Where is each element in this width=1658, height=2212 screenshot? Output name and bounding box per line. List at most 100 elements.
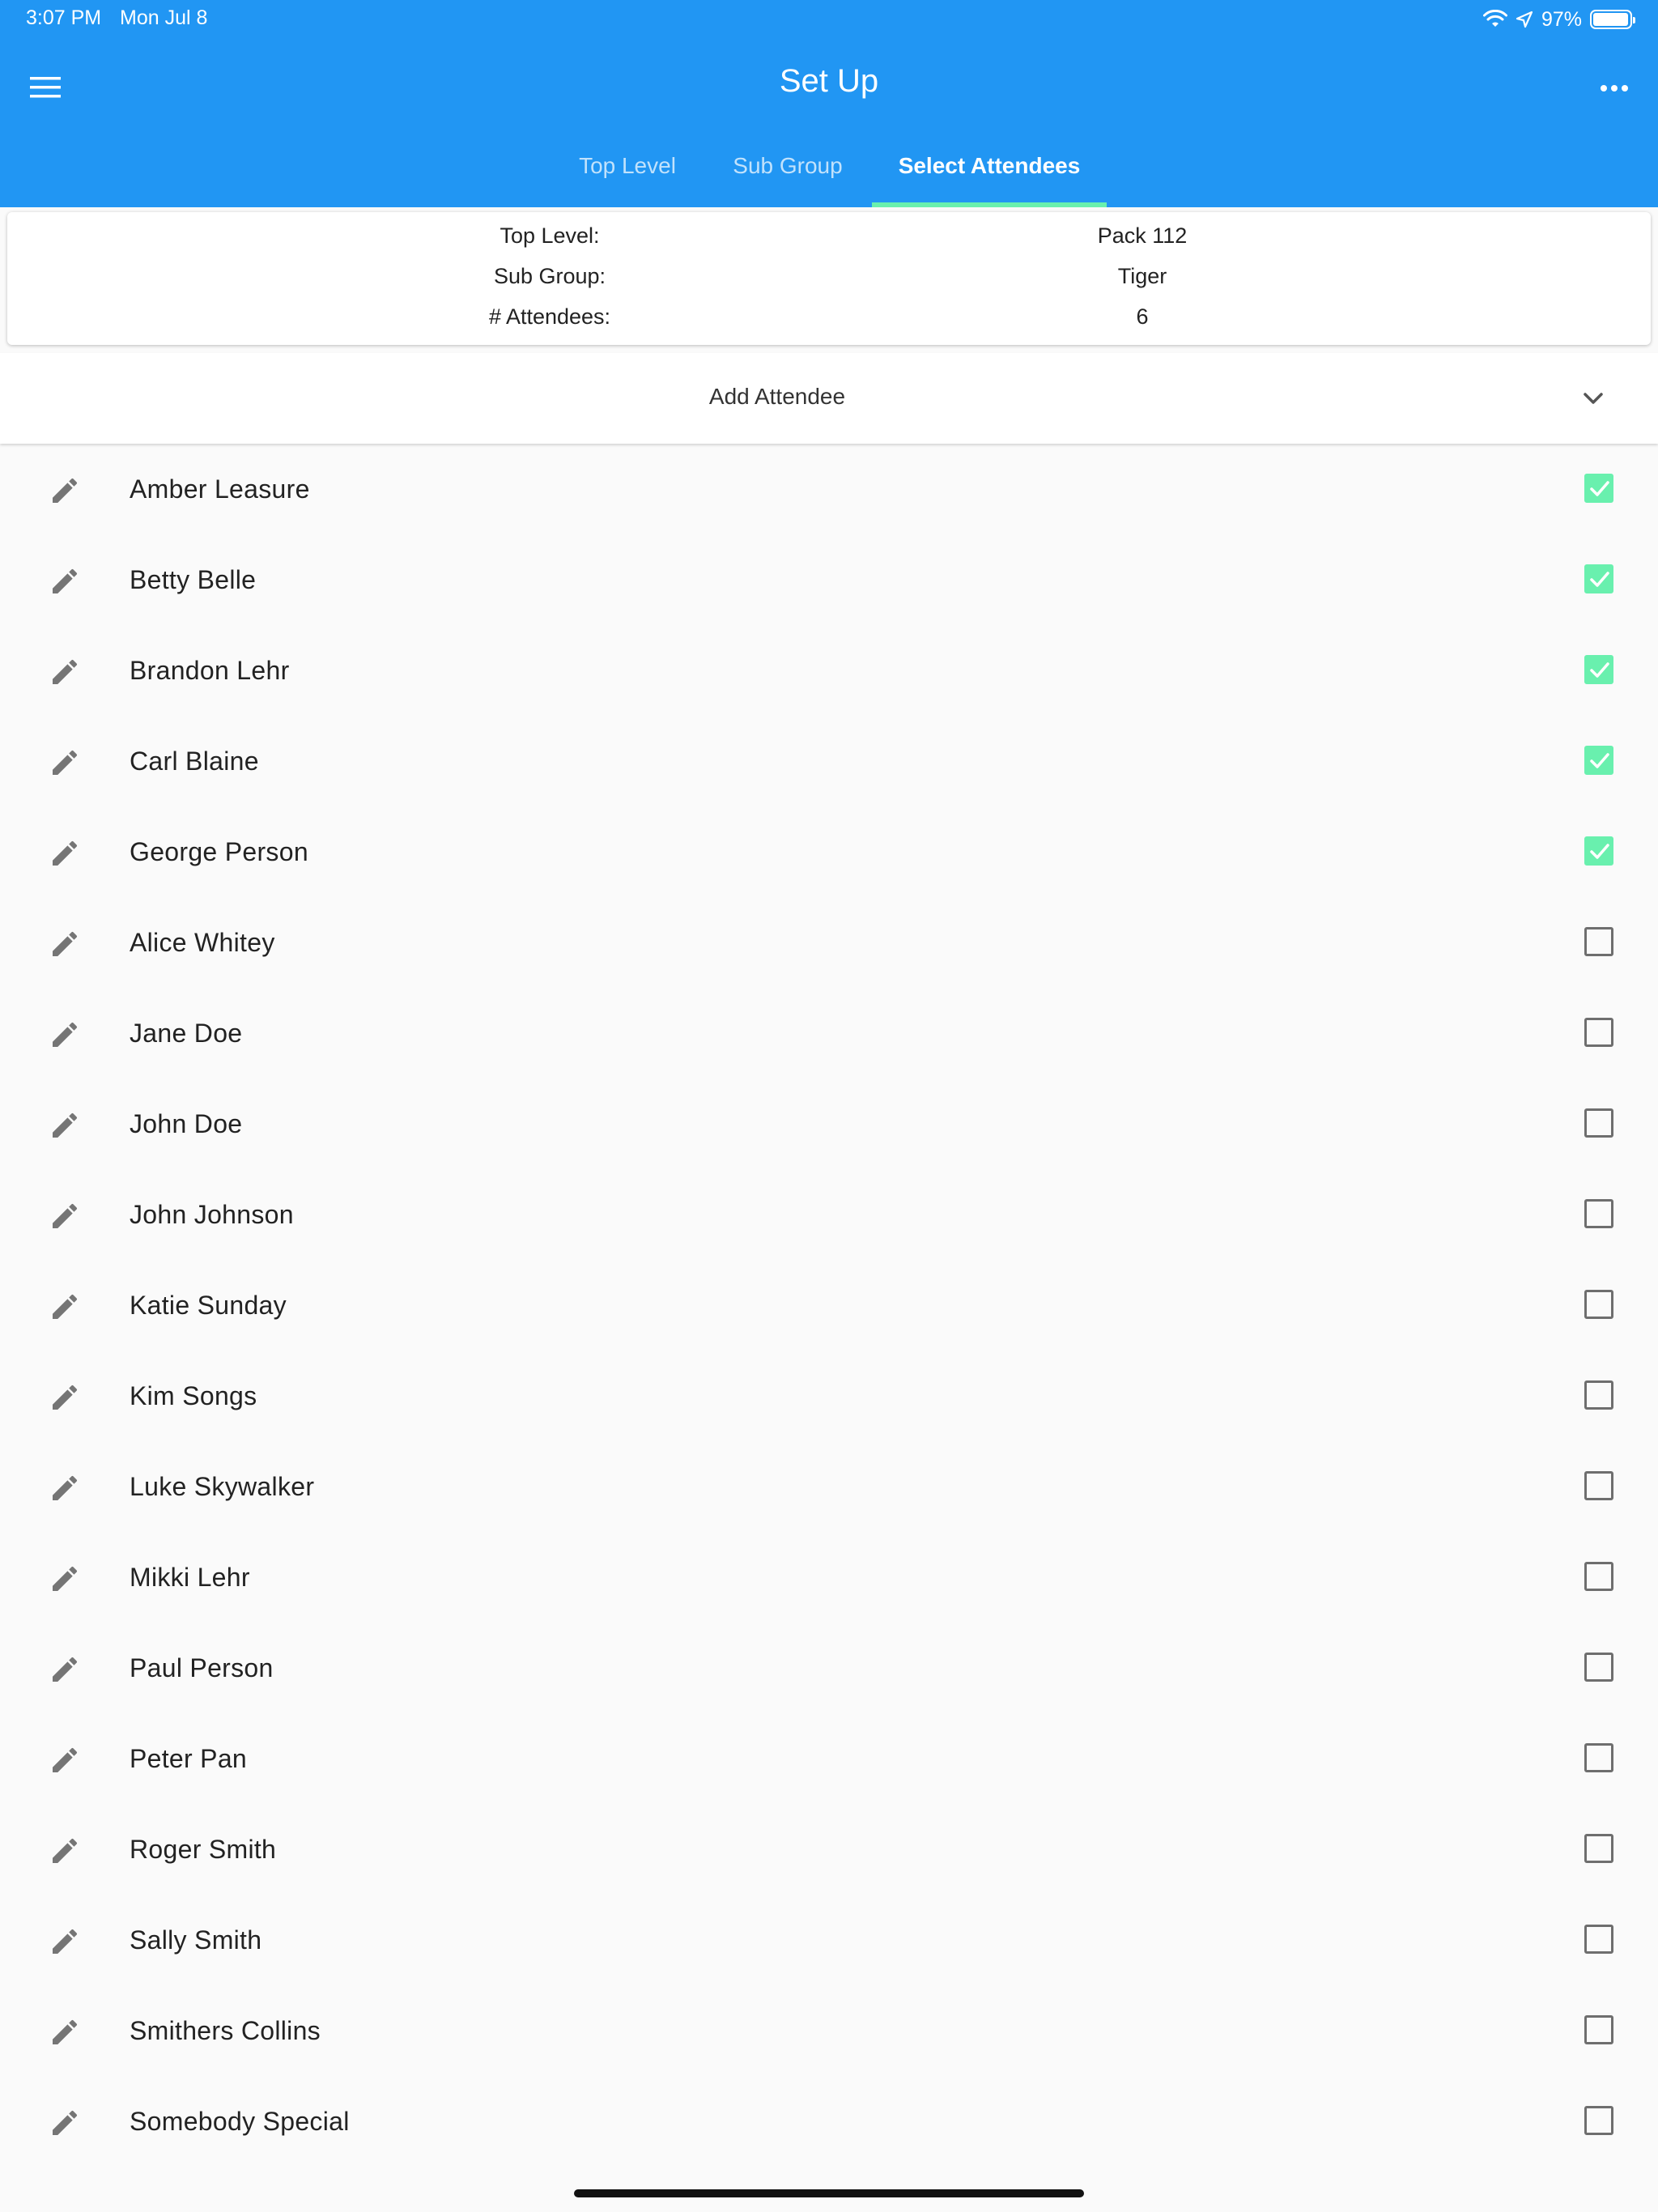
attendee-checkbox-checked[interactable] xyxy=(1584,564,1613,593)
edit-attendee-button[interactable] xyxy=(42,651,87,696)
pencil-icon xyxy=(49,837,81,874)
pencil-icon xyxy=(49,747,81,783)
attendee-name: Katie Sunday xyxy=(130,1291,287,1320)
pencil-icon xyxy=(49,1291,81,1327)
status-time: 3:07 PM xyxy=(26,6,102,29)
edit-attendee-button[interactable] xyxy=(42,1921,87,1966)
more-horizontal-icon xyxy=(1601,82,1628,96)
attendee-name: Kim Songs xyxy=(130,1381,257,1410)
pencil-icon xyxy=(49,1472,81,1508)
top-level-label: Top Level: xyxy=(500,223,600,248)
attendee-checkbox-checked[interactable] xyxy=(1584,746,1613,775)
edit-attendee-button[interactable] xyxy=(42,832,87,878)
attendee-checkbox[interactable] xyxy=(1584,1653,1613,1682)
edit-attendee-button[interactable] xyxy=(42,1739,87,1784)
summary-row-top-level: Top Level: Pack 112 xyxy=(7,223,1651,264)
attendee-checkbox[interactable] xyxy=(1584,1471,1613,1500)
attendee-name: Amber Leasure xyxy=(130,474,310,504)
add-attendee-expander[interactable]: Add Attendee xyxy=(0,353,1658,444)
edit-attendee-button[interactable] xyxy=(42,2102,87,2147)
attendee-row: Amber Leasure xyxy=(0,444,1658,534)
app-bar: Set Up xyxy=(0,49,1658,121)
edit-attendee-button[interactable] xyxy=(42,1467,87,1512)
attendee-checkbox-checked[interactable] xyxy=(1584,474,1613,503)
edit-attendee-button[interactable] xyxy=(42,1376,87,1422)
edit-attendee-button[interactable] xyxy=(42,923,87,968)
attendee-name: Betty Belle xyxy=(130,565,257,594)
chevron-down-icon xyxy=(1577,382,1609,415)
attendee-name: Alice Whitey xyxy=(130,928,275,957)
edit-attendee-button[interactable] xyxy=(42,1195,87,1240)
active-tab-indicator xyxy=(872,202,1107,207)
attendee-name: Paul Person xyxy=(130,1653,274,1682)
summary-row-attendees: # Attendees: 6 xyxy=(7,304,1651,345)
edit-attendee-button[interactable] xyxy=(42,1014,87,1059)
top-level-value: Pack 112 xyxy=(1097,223,1188,248)
attendee-checkbox[interactable] xyxy=(1584,2106,1613,2135)
check-icon xyxy=(1590,481,1609,496)
add-attendee-label: Add Attendee xyxy=(708,384,846,409)
attendee-row: Smithers Collins xyxy=(0,1985,1658,2076)
check-icon xyxy=(1590,844,1609,859)
attendee-row: John Johnson xyxy=(0,1169,1658,1260)
pencil-icon xyxy=(49,1200,81,1236)
attendee-checkbox[interactable] xyxy=(1584,1018,1613,1047)
attendee-checkbox[interactable] xyxy=(1584,1380,1613,1410)
pencil-icon xyxy=(49,1653,81,1690)
edit-attendee-button[interactable] xyxy=(42,1648,87,1694)
attendee-checkbox[interactable] xyxy=(1584,1199,1613,1228)
attendee-checkbox[interactable] xyxy=(1584,1290,1613,1319)
edit-attendee-button[interactable] xyxy=(42,560,87,606)
attendee-checkbox[interactable] xyxy=(1584,1834,1613,1863)
summary-row-sub-group: Sub Group: Tiger xyxy=(7,264,1651,304)
tab-bar: Top Level Sub Group Select Attendees xyxy=(0,146,1658,207)
edit-attendee-button[interactable] xyxy=(42,1286,87,1331)
battery-level xyxy=(1593,13,1628,26)
attendee-name: Luke Skywalker xyxy=(130,1472,315,1501)
attendee-name: Peter Pan xyxy=(130,1744,248,1773)
attendee-row: Mikki Lehr xyxy=(0,1532,1658,1623)
edit-attendee-button[interactable] xyxy=(42,2011,87,2057)
attendee-checkbox-checked[interactable] xyxy=(1584,655,1613,684)
attendee-checkbox[interactable] xyxy=(1584,927,1613,956)
tab-top-level[interactable]: Top Level xyxy=(559,146,696,207)
tab-select-attendees[interactable]: Select Attendees xyxy=(872,146,1107,207)
attendee-name: John Doe xyxy=(130,1109,243,1138)
attendee-checkbox[interactable] xyxy=(1584,1562,1613,1591)
wifi-icon xyxy=(1482,10,1507,29)
attendee-checkbox[interactable] xyxy=(1584,1108,1613,1138)
pencil-icon xyxy=(49,1563,81,1599)
attendee-row: Luke Skywalker xyxy=(0,1441,1658,1532)
location-arrow-icon xyxy=(1516,11,1533,28)
attendee-name: Jane Doe xyxy=(130,1019,243,1048)
edit-attendee-button[interactable] xyxy=(42,1104,87,1150)
home-indicator xyxy=(574,2189,1084,2197)
attendee-name: Roger Smith xyxy=(130,1835,277,1864)
attendee-checkbox[interactable] xyxy=(1584,2015,1613,2044)
status-indicators: 97% xyxy=(1482,5,1635,34)
pencil-icon xyxy=(49,1381,81,1418)
pencil-icon xyxy=(49,1109,81,1146)
edit-attendee-button[interactable] xyxy=(42,1830,87,1875)
attendee-row: Sally Smith xyxy=(0,1895,1658,1985)
tab-sub-group[interactable]: Sub Group xyxy=(719,146,857,207)
edit-attendee-button[interactable] xyxy=(42,742,87,787)
edit-attendee-button[interactable] xyxy=(42,470,87,515)
attendees-count-label: # Attendees: xyxy=(488,304,611,329)
edit-attendee-button[interactable] xyxy=(42,1558,87,1603)
attendee-row: Betty Belle xyxy=(0,534,1658,625)
status-date: Mon Jul 8 xyxy=(120,6,208,29)
pencil-icon xyxy=(49,474,81,511)
attendee-name: Brandon Lehr xyxy=(130,656,290,685)
pencil-icon xyxy=(49,1925,81,1962)
attendee-row: Brandon Lehr xyxy=(0,625,1658,716)
attendee-row: Kim Songs xyxy=(0,1351,1658,1441)
status-bar: 3:07 PM Mon Jul 8 97% xyxy=(0,0,1658,39)
attendee-checkbox[interactable] xyxy=(1584,1925,1613,1954)
more-options-button[interactable] xyxy=(1592,66,1637,112)
attendee-list: Amber Leasure Betty Belle Brandon Lehr C… xyxy=(0,444,1658,2167)
attendee-checkbox[interactable] xyxy=(1584,1743,1613,1772)
app: 3:07 PM Mon Jul 8 97% Set Up Top Level S… xyxy=(0,0,1658,2212)
battery-icon xyxy=(1590,10,1635,29)
attendee-checkbox-checked[interactable] xyxy=(1584,836,1613,866)
